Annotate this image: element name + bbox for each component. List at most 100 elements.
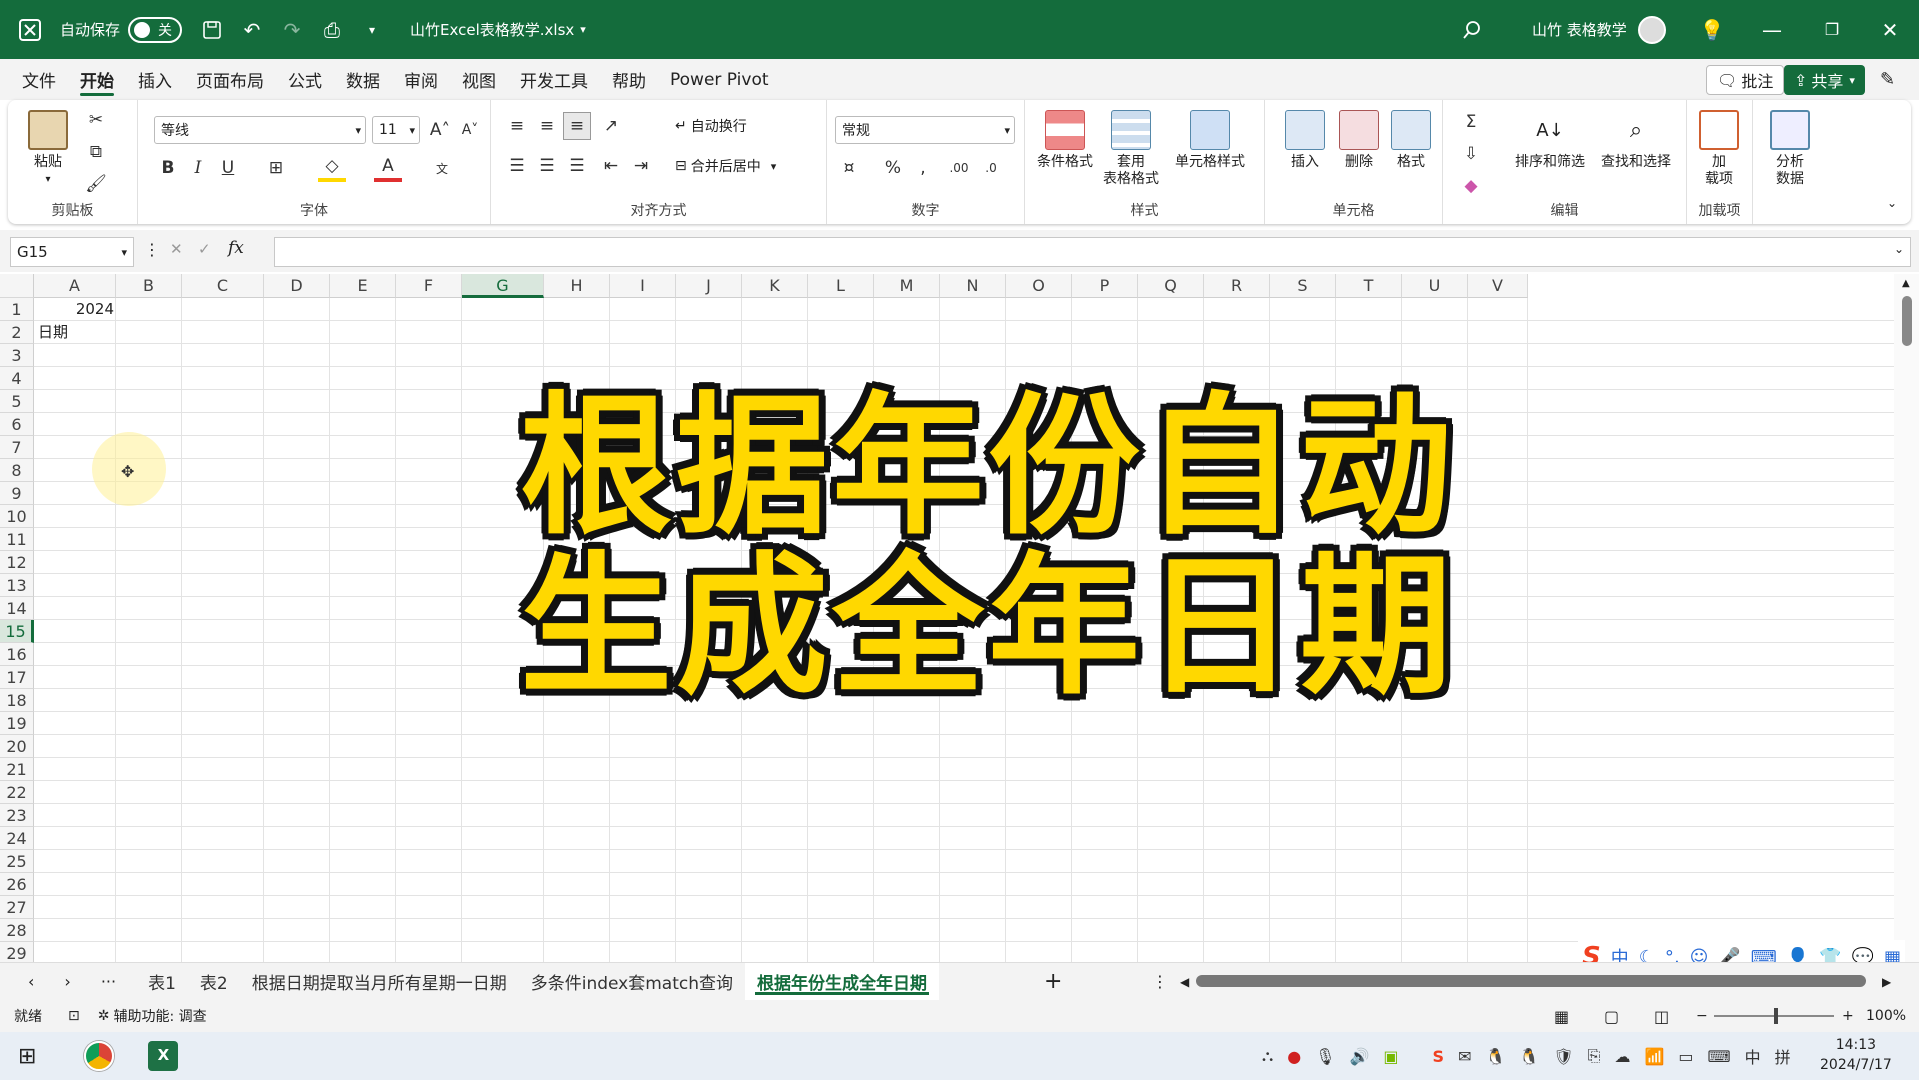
restore-icon[interactable]: ❐: [1812, 0, 1852, 59]
menu-tab-8[interactable]: 开发工具: [508, 59, 600, 100]
row-header[interactable]: 8: [0, 459, 34, 482]
windows-start-icon[interactable]: ⊞: [18, 1044, 36, 1069]
shield-icon[interactable]: 🛡: [1553, 1047, 1573, 1066]
font-color-icon[interactable]: A: [374, 154, 402, 182]
row-header[interactable]: 9: [0, 482, 34, 505]
horizontal-scroll-thumb[interactable]: [1196, 975, 1866, 987]
row-header[interactable]: 29: [0, 942, 34, 962]
decrease-decimal-icon[interactable]: .0: [977, 154, 1005, 182]
currency-icon[interactable]: ¤: [835, 154, 863, 182]
tab-options-icon[interactable]: ⋮: [1152, 972, 1168, 991]
comment-button[interactable]: 🗨 批注: [1706, 65, 1785, 95]
lightbulb-icon[interactable]: 💡: [1692, 0, 1732, 59]
close-icon[interactable]: ✕: [1870, 0, 1910, 59]
insert-cells-button[interactable]: 插入: [1285, 110, 1325, 171]
name-box[interactable]: G15 ▾: [10, 237, 134, 267]
menu-tab-7[interactable]: 视图: [450, 59, 508, 100]
user-name[interactable]: 山竹 表格教学: [1532, 19, 1627, 40]
tray-mic-icon[interactable]: 🎙: [1315, 1047, 1335, 1066]
row-header[interactable]: 14: [0, 597, 34, 620]
vertical-scrollbar[interactable]: ▲: [1894, 274, 1919, 962]
align-top-icon[interactable]: ≡: [503, 112, 531, 140]
tray-app-icon[interactable]: ⛬: [1262, 1046, 1273, 1066]
sheet-tab-4[interactable]: 根据年份生成全年日期: [745, 962, 940, 1001]
row-header[interactable]: 19: [0, 712, 34, 735]
column-header[interactable]: I: [610, 274, 676, 298]
row-header[interactable]: 24: [0, 827, 34, 850]
page-layout-icon[interactable]: ▢: [1604, 1007, 1619, 1026]
accessibility-status[interactable]: 辅助功能: 调查: [113, 1006, 206, 1026]
wrap-text-button[interactable]: ↵ 自动换行: [675, 116, 747, 136]
column-header[interactable]: F: [396, 274, 462, 298]
addins-button[interactable]: 加载项: [1699, 110, 1739, 188]
record-icon[interactable]: ●: [1287, 1047, 1301, 1066]
sheet-tab-0[interactable]: 表1: [136, 963, 188, 1001]
menu-tab-6[interactable]: 审阅: [392, 59, 450, 100]
next-sheet-icon[interactable]: ›: [64, 972, 70, 991]
row-header[interactable]: 11: [0, 528, 34, 551]
cell-styles-button[interactable]: 单元格样式: [1175, 110, 1245, 171]
avatar[interactable]: [1638, 15, 1666, 44]
find-select-button[interactable]: ⌕ 查找和选择: [1601, 110, 1671, 171]
merge-center-button[interactable]: ⊟ 合并后居中 ▾: [675, 156, 776, 176]
row-header[interactable]: 10: [0, 505, 34, 528]
tray-msg-icon[interactable]: ✉: [1458, 1047, 1471, 1066]
row-header[interactable]: 4: [0, 367, 34, 390]
row-header[interactable]: 17: [0, 666, 34, 689]
align-right-icon[interactable]: ☰: [563, 152, 591, 180]
zoom-level[interactable]: 100%: [1866, 1008, 1906, 1024]
delete-cells-button[interactable]: 删除: [1339, 110, 1379, 171]
customize-qat-icon[interactable]: ▾: [352, 0, 392, 59]
clear-icon[interactable]: ◆: [1457, 172, 1485, 200]
align-center-icon[interactable]: ☰: [533, 152, 561, 180]
column-header[interactable]: U: [1402, 274, 1468, 298]
zoom-out-icon[interactable]: −: [1696, 1008, 1708, 1024]
cancel-icon[interactable]: ✕: [170, 240, 183, 258]
format-painter-icon[interactable]: 🖌: [82, 170, 110, 198]
increase-indent-icon[interactable]: ⇥: [627, 152, 655, 180]
font-name-select[interactable]: 等线 ▾: [154, 116, 366, 144]
remote-icon[interactable]: ⎘: [1588, 1046, 1601, 1066]
row-header[interactable]: 12: [0, 551, 34, 574]
sort-filter-button[interactable]: A↓ 排序和筛选: [1515, 110, 1585, 171]
print-preview-icon[interactable]: ⎙: [312, 0, 352, 59]
add-sheet-button[interactable]: +: [1044, 969, 1062, 994]
vertical-scroll-thumb[interactable]: [1902, 296, 1912, 346]
prev-sheet-icon[interactable]: ‹: [28, 972, 34, 991]
cut-icon[interactable]: ✂: [82, 106, 110, 134]
save-icon[interactable]: [192, 0, 232, 59]
more-sheets-icon[interactable]: ···: [101, 972, 116, 991]
row-header[interactable]: 5: [0, 390, 34, 413]
row-header[interactable]: 15: [0, 620, 34, 643]
scroll-right-icon[interactable]: ▶: [1882, 975, 1891, 989]
copy-icon[interactable]: ⧉: [82, 138, 110, 166]
fill-color-icon[interactable]: ◇: [318, 154, 346, 182]
ribbon-collapse-icon[interactable]: ⌄: [1887, 196, 1897, 210]
formula-input[interactable]: ⌄: [274, 237, 1911, 267]
paste-button[interactable]: 粘贴 ▾: [28, 110, 68, 188]
orientation-icon[interactable]: ↗: [597, 112, 625, 140]
feedback-icon[interactable]: ✎: [1880, 69, 1895, 90]
row-header[interactable]: 16: [0, 643, 34, 666]
increase-decimal-icon[interactable]: .00: [945, 154, 973, 182]
column-header[interactable]: K: [742, 274, 808, 298]
bold-button[interactable]: B: [154, 154, 182, 182]
fill-icon[interactable]: ⇩: [1457, 140, 1485, 168]
row-header[interactable]: 20: [0, 735, 34, 758]
phonetic-icon[interactable]: 文: [428, 154, 456, 182]
row-header[interactable]: 2: [0, 321, 34, 344]
column-header[interactable]: E: [330, 274, 396, 298]
menu-tab-5[interactable]: 数据: [334, 59, 392, 100]
volume-icon[interactable]: 🔊: [1349, 1047, 1369, 1066]
align-left-icon[interactable]: ☰: [503, 152, 531, 180]
qq-icon[interactable]: 🐧: [1485, 1047, 1505, 1066]
expand-formula-icon[interactable]: ⌄: [1894, 242, 1904, 256]
cloud-off-icon[interactable]: ☁: [1614, 1047, 1630, 1066]
wifi-icon[interactable]: 📶: [1644, 1047, 1664, 1066]
enter-icon[interactable]: ✓: [198, 240, 211, 258]
sogou-tray-icon[interactable]: S: [1433, 1047, 1445, 1066]
menu-tab-10[interactable]: Power Pivot: [658, 59, 781, 100]
row-header[interactable]: 18: [0, 689, 34, 712]
column-header[interactable]: M: [874, 274, 940, 298]
normal-view-icon[interactable]: ▦: [1554, 1007, 1569, 1026]
